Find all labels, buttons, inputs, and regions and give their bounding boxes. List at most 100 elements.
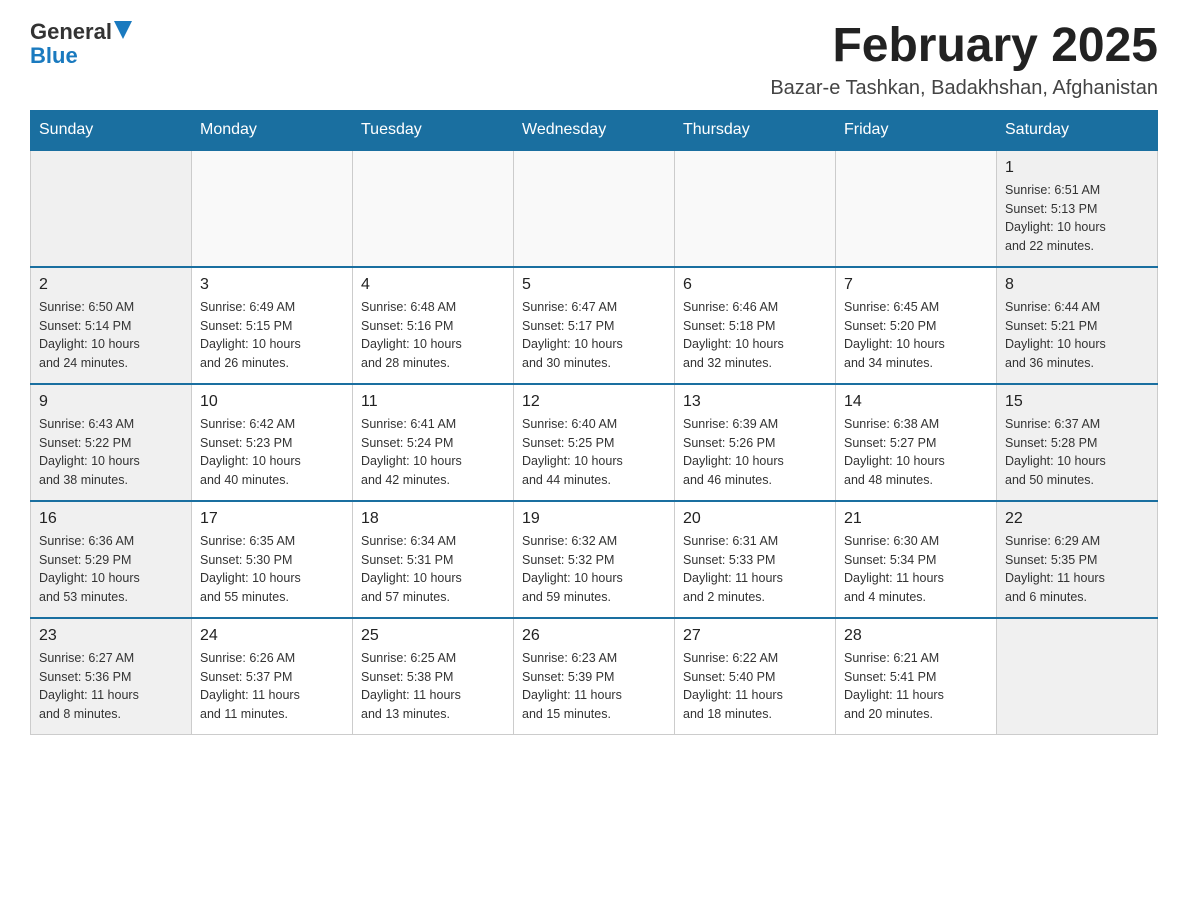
day-number: 5	[522, 276, 666, 294]
day-info: Sunrise: 6:44 AM Sunset: 5:21 PM Dayligh…	[1005, 298, 1149, 373]
title-section: February 2025 Bazar-e Tashkan, Badakhsha…	[770, 20, 1158, 100]
calendar-cell: 23Sunrise: 6:27 AM Sunset: 5:36 PM Dayli…	[31, 618, 192, 735]
calendar-cell	[675, 150, 836, 267]
calendar-cell: 20 Sunrise: 6:31 AM Sunset: 5:33 PM Dayli…	[675, 501, 836, 618]
calendar-cell: 13 Sunrise: 6:39 AM Sunset: 5:26 PM Dayli…	[675, 384, 836, 501]
day-number: 18	[361, 510, 505, 528]
calendar-header-sunday: Sunday	[31, 110, 192, 150]
calendar-cell: 27Sunrise: 6:22 AM Sunset: 5:40 PM Dayli…	[675, 618, 836, 735]
calendar-week-row: 23Sunrise: 6:27 AM Sunset: 5:36 PM Dayli…	[31, 618, 1158, 735]
calendar-cell: 8 Sunrise: 6:44 AM Sunset: 5:21 PM Daylig…	[997, 267, 1158, 384]
calendar-week-row: 1 Sunrise: 6:51 AM Sunset: 5:13 PM Daylig…	[31, 150, 1158, 267]
calendar-cell: 26 Sunrise: 6:23 AM Sunset: 5:39 PM Dayli…	[514, 618, 675, 735]
day-info: Sunrise: 6:46 AM Sunset: 5:18 PM Dayligh…	[683, 298, 827, 373]
calendar-cell: 19 Sunrise: 6:32 AM Sunset: 5:32 PM Dayli…	[514, 501, 675, 618]
calendar-week-row: 9 Sunrise: 6:43 AM Sunset: 5:22 PM Daylig…	[31, 384, 1158, 501]
day-number: 12	[522, 393, 666, 411]
calendar-cell: 28Sunrise: 6:21 AM Sunset: 5:41 PM Dayli…	[836, 618, 997, 735]
calendar-week-row: 16 Sunrise: 6:36 AM Sunset: 5:29 PM Dayli…	[31, 501, 1158, 618]
day-number: 23	[39, 627, 183, 645]
day-info: Sunrise: 6:34 AM Sunset: 5:31 PM Dayligh…	[361, 532, 505, 607]
calendar-subtitle: Bazar-e Tashkan, Badakhshan, Afghanistan	[770, 77, 1158, 100]
calendar-cell: 5 Sunrise: 6:47 AM Sunset: 5:17 PM Daylig…	[514, 267, 675, 384]
calendar-cell	[836, 150, 997, 267]
day-number: 1	[1005, 159, 1149, 177]
calendar-week-row: 2 Sunrise: 6:50 AM Sunset: 5:14 PM Daylig…	[31, 267, 1158, 384]
day-info: Sunrise: 6:39 AM Sunset: 5:26 PM Dayligh…	[683, 415, 827, 490]
day-info: Sunrise: 6:48 AM Sunset: 5:16 PM Dayligh…	[361, 298, 505, 373]
calendar-header-friday: Friday	[836, 110, 997, 150]
logo: General Blue	[30, 20, 132, 68]
logo-blue-text: Blue	[30, 44, 78, 68]
calendar-header-tuesday: Tuesday	[353, 110, 514, 150]
day-number: 26	[522, 627, 666, 645]
logo-arrow-icon	[114, 21, 132, 39]
day-number: 3	[200, 276, 344, 294]
day-number: 4	[361, 276, 505, 294]
day-number: 6	[683, 276, 827, 294]
day-number: 10	[200, 393, 344, 411]
day-number: 11	[361, 393, 505, 411]
day-info: Sunrise: 6:38 AM Sunset: 5:27 PM Dayligh…	[844, 415, 988, 490]
calendar-header-row: SundayMondayTuesdayWednesdayThursdayFrid…	[31, 110, 1158, 150]
day-number: 8	[1005, 276, 1149, 294]
day-number: 15	[1005, 393, 1149, 411]
day-info: Sunrise: 6:23 AM Sunset: 5:39 PM Dayligh…	[522, 649, 666, 724]
day-info: Sunrise: 6:26 AM Sunset: 5:37 PM Dayligh…	[200, 649, 344, 724]
calendar-cell: 12 Sunrise: 6:40 AM Sunset: 5:25 PM Dayli…	[514, 384, 675, 501]
logo-general-text: General	[30, 20, 112, 44]
day-number: 7	[844, 276, 988, 294]
calendar-header-thursday: Thursday	[675, 110, 836, 150]
calendar-cell: 4 Sunrise: 6:48 AM Sunset: 5:16 PM Daylig…	[353, 267, 514, 384]
calendar-cell: 9 Sunrise: 6:43 AM Sunset: 5:22 PM Daylig…	[31, 384, 192, 501]
calendar-cell	[353, 150, 514, 267]
day-info: Sunrise: 6:40 AM Sunset: 5:25 PM Dayligh…	[522, 415, 666, 490]
day-info: Sunrise: 6:35 AM Sunset: 5:30 PM Dayligh…	[200, 532, 344, 607]
day-info: Sunrise: 6:42 AM Sunset: 5:23 PM Dayligh…	[200, 415, 344, 490]
calendar-cell	[514, 150, 675, 267]
day-number: 2	[39, 276, 183, 294]
day-info: Sunrise: 6:51 AM Sunset: 5:13 PM Dayligh…	[1005, 181, 1149, 256]
day-info: Sunrise: 6:31 AM Sunset: 5:33 PM Dayligh…	[683, 532, 827, 607]
day-number: 20	[683, 510, 827, 528]
day-info: Sunrise: 6:47 AM Sunset: 5:17 PM Dayligh…	[522, 298, 666, 373]
day-number: 27	[683, 627, 827, 645]
calendar-cell: 17 Sunrise: 6:35 AM Sunset: 5:30 PM Dayli…	[192, 501, 353, 618]
calendar-table: SundayMondayTuesdayWednesdayThursdayFrid…	[30, 110, 1158, 735]
day-number: 14	[844, 393, 988, 411]
calendar-header-wednesday: Wednesday	[514, 110, 675, 150]
calendar-cell: 11Sunrise: 6:41 AM Sunset: 5:24 PM Dayli…	[353, 384, 514, 501]
calendar-cell: 24 Sunrise: 6:26 AM Sunset: 5:37 PM Dayli…	[192, 618, 353, 735]
calendar-cell: 15 Sunrise: 6:37 AM Sunset: 5:28 PM Dayli…	[997, 384, 1158, 501]
calendar-cell: 1 Sunrise: 6:51 AM Sunset: 5:13 PM Daylig…	[997, 150, 1158, 267]
day-number: 16	[39, 510, 183, 528]
day-info: Sunrise: 6:29 AM Sunset: 5:35 PM Dayligh…	[1005, 532, 1149, 607]
calendar-cell: 2 Sunrise: 6:50 AM Sunset: 5:14 PM Daylig…	[31, 267, 192, 384]
day-number: 17	[200, 510, 344, 528]
day-info: Sunrise: 6:45 AM Sunset: 5:20 PM Dayligh…	[844, 298, 988, 373]
calendar-cell: 14 Sunrise: 6:38 AM Sunset: 5:27 PM Dayli…	[836, 384, 997, 501]
calendar-title: February 2025	[770, 20, 1158, 73]
day-number: 13	[683, 393, 827, 411]
day-info: Sunrise: 6:37 AM Sunset: 5:28 PM Dayligh…	[1005, 415, 1149, 490]
calendar-cell	[31, 150, 192, 267]
calendar-cell: 22 Sunrise: 6:29 AM Sunset: 5:35 PM Dayli…	[997, 501, 1158, 618]
day-info: Sunrise: 6:36 AM Sunset: 5:29 PM Dayligh…	[39, 532, 183, 607]
day-info: Sunrise: 6:32 AM Sunset: 5:32 PM Dayligh…	[522, 532, 666, 607]
calendar-cell: 7 Sunrise: 6:45 AM Sunset: 5:20 PM Daylig…	[836, 267, 997, 384]
day-number: 19	[522, 510, 666, 528]
calendar-cell	[997, 618, 1158, 735]
calendar-cell: 25Sunrise: 6:25 AM Sunset: 5:38 PM Dayli…	[353, 618, 514, 735]
day-number: 22	[1005, 510, 1149, 528]
page-header: General Blue February 2025 Bazar-e Tashk…	[30, 20, 1158, 100]
day-number: 21	[844, 510, 988, 528]
day-info: Sunrise: 6:50 AM Sunset: 5:14 PM Dayligh…	[39, 298, 183, 373]
calendar-cell: 6 Sunrise: 6:46 AM Sunset: 5:18 PM Daylig…	[675, 267, 836, 384]
calendar-cell: 16 Sunrise: 6:36 AM Sunset: 5:29 PM Dayli…	[31, 501, 192, 618]
day-info: Sunrise: 6:49 AM Sunset: 5:15 PM Dayligh…	[200, 298, 344, 373]
calendar-cell	[192, 150, 353, 267]
day-number: 9	[39, 393, 183, 411]
day-info: Sunrise: 6:43 AM Sunset: 5:22 PM Dayligh…	[39, 415, 183, 490]
day-number: 24	[200, 627, 344, 645]
calendar-cell: 3 Sunrise: 6:49 AM Sunset: 5:15 PM Daylig…	[192, 267, 353, 384]
